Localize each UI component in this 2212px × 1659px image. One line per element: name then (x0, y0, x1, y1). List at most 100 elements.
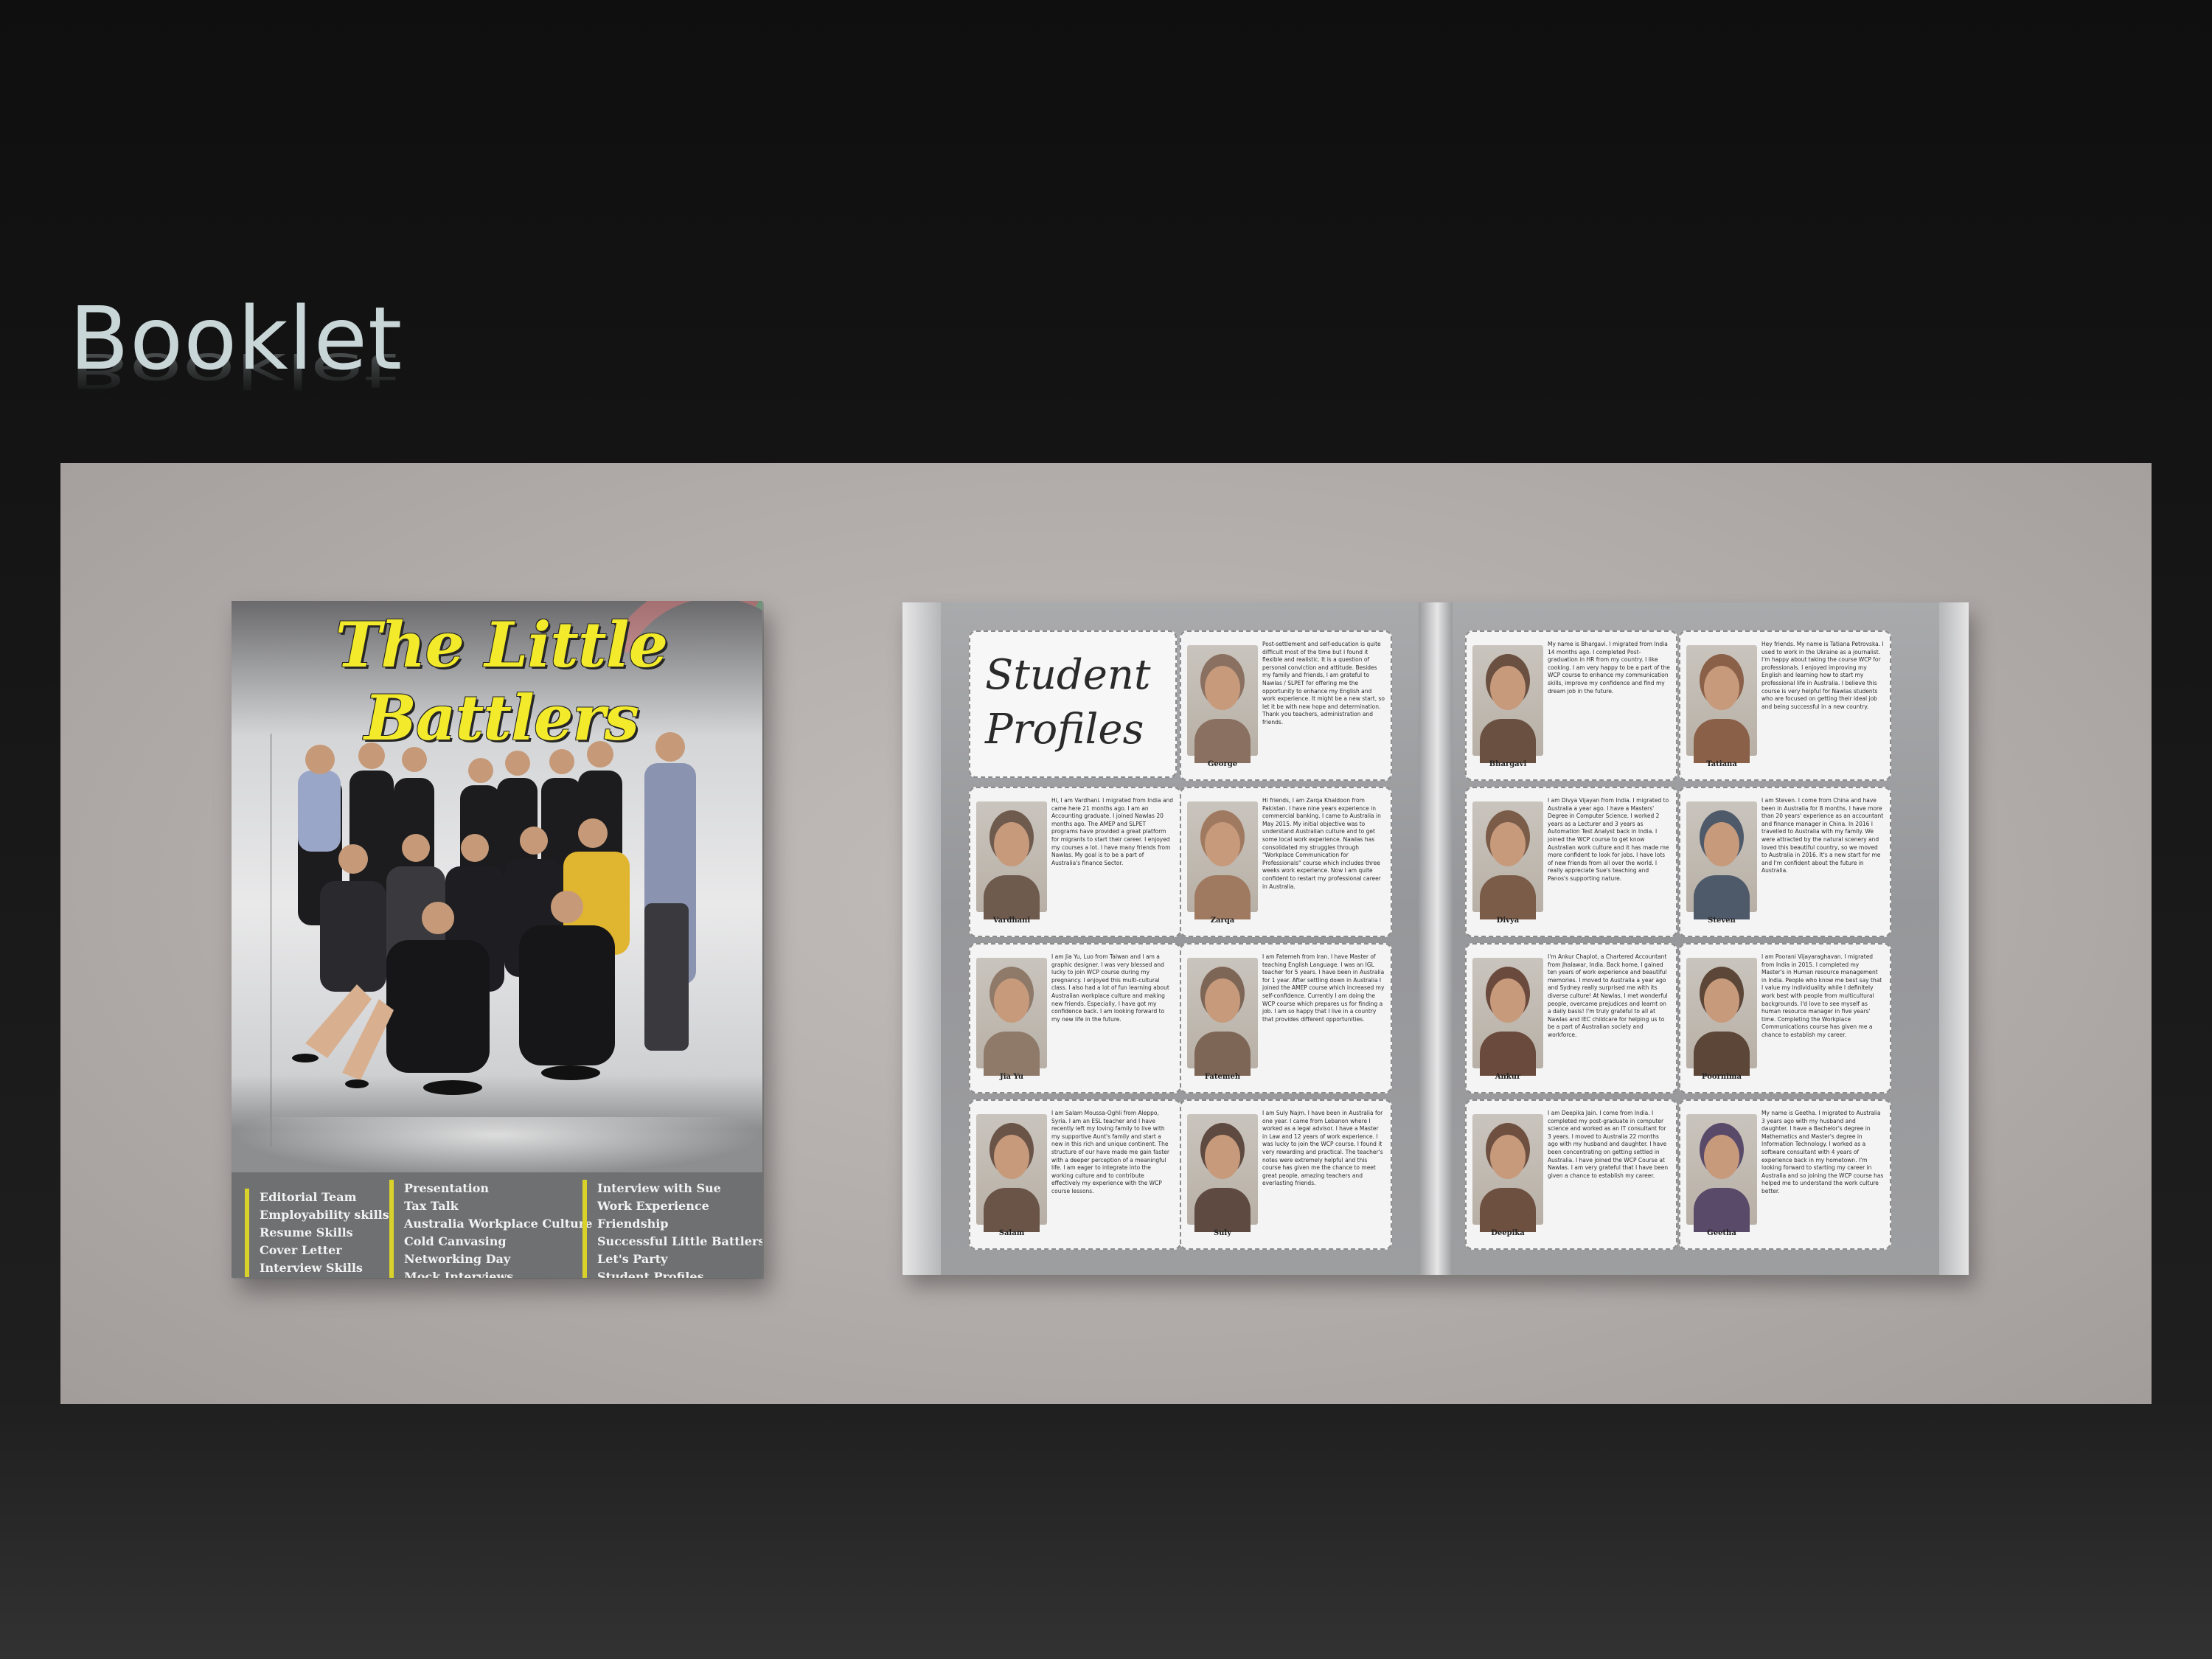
profile-text: I am Suly Najm. I have been in Australia… (1262, 1110, 1383, 1187)
spread-gutter (1419, 602, 1453, 1275)
profile-photo (1187, 801, 1258, 919)
contents-item: Australia Workplace Culture (404, 1217, 593, 1231)
contents-item: Cover Letter (260, 1243, 342, 1257)
face-graphic (1490, 1135, 1526, 1179)
shoulders-graphic (1194, 1188, 1251, 1232)
student-profiles-heading-card: Student Profiles (969, 630, 1177, 778)
profile-name: Fatemeh (1204, 1073, 1241, 1081)
shoulders-graphic (1694, 719, 1750, 763)
profile-name: Zarqa (1210, 917, 1235, 925)
profile-name: Suly (1213, 1229, 1232, 1237)
contents-item: Cold Canvasing (404, 1234, 507, 1248)
shoulders-graphic (1694, 875, 1750, 919)
shoulders-graphic (1194, 875, 1251, 919)
face-graphic (1205, 822, 1240, 866)
profile-name: Steven (1708, 917, 1736, 925)
profile-card: Zarqa Hi friends, I am Zarqa Khaldoon fro… (1180, 787, 1392, 937)
profile-photo (1472, 645, 1543, 763)
profile-photo (1472, 958, 1543, 1076)
contents-item: Interview with Sue (597, 1181, 721, 1195)
profile-text: I am Jia Yu, Luo from Taiwan and I am a … (1051, 953, 1169, 1023)
profile-name: Deepika (1491, 1229, 1525, 1237)
profile-text: My name is Geetha. I migrated to Austral… (1761, 1110, 1884, 1194)
profile-photo (1686, 645, 1757, 763)
profile-text: Post-settlement and self-education is qu… (1262, 641, 1385, 726)
face-graphic (994, 978, 1029, 1023)
face-graphic (1205, 978, 1240, 1023)
profile-card: Divya I am Divya Vijayan from India. I mi… (1465, 787, 1677, 937)
contents-item: Resume Skills (260, 1225, 353, 1239)
profile-photo (1686, 1114, 1757, 1232)
contents-item: Interview Skills (260, 1261, 363, 1275)
contents-item: Work Experience (597, 1199, 709, 1213)
profile-card: George Post-settlement and self-education… (1180, 630, 1392, 781)
face-graphic (1490, 666, 1526, 710)
page-edge (1939, 602, 1969, 1275)
profile-card: Salam I am Salam Moussa-Oghli from Aleppo… (969, 1099, 1181, 1250)
face-graphic (1704, 666, 1739, 710)
profile-name: Geetha (1707, 1229, 1736, 1237)
profile-card: Steven I am Steven. I come from China and… (1679, 787, 1891, 937)
face-graphic (1704, 978, 1739, 1023)
shoulders-graphic (1194, 719, 1251, 763)
face-graphic (1704, 1135, 1739, 1179)
profile-photo (976, 1114, 1047, 1232)
profile-card: Tatiana Hey friends. My name is Tatiana P… (1679, 630, 1891, 781)
contents-item: Successful Little Battlers (597, 1234, 762, 1248)
contents-column-3: Interview with Sue Work Experience Frien… (582, 1180, 762, 1278)
cover-fold (270, 734, 272, 1147)
slide-title-reflection: Booklet (69, 342, 398, 399)
profile-text: I am Steven. I come from China and have … (1761, 797, 1884, 874)
face-graphic (994, 822, 1029, 866)
profile-card: Geetha My name is Geetha. I migrated to A… (1679, 1099, 1891, 1250)
profile-text: Hi friends, I am Zarqa Khaldoon from Pak… (1262, 797, 1381, 890)
profile-name: Ankur (1495, 1073, 1521, 1081)
shoulders-graphic (1694, 1188, 1750, 1232)
profile-photo (976, 958, 1047, 1076)
shoulders-graphic (1194, 1032, 1251, 1076)
heading-line: Student (985, 651, 1151, 699)
profile-text: Hey friends. My name is Tatiana Petrovsk… (1761, 641, 1884, 710)
shoulders-graphic (1480, 1188, 1536, 1232)
profile-text: I am Divya Vijayan from India. I migrate… (1548, 797, 1669, 882)
contents-item: Let's Party (597, 1252, 668, 1266)
contents-item: Employability skills (260, 1208, 389, 1222)
student-profiles-heading: Student Profiles (985, 648, 1169, 757)
profile-card: Bhargavi My name is Bhargavi. I migrated … (1465, 630, 1677, 781)
profile-name: Salam (998, 1229, 1025, 1237)
face-graphic (1205, 666, 1240, 710)
contents-item: Friendship (597, 1217, 669, 1231)
profile-photo (1686, 958, 1757, 1076)
shoulders-graphic (984, 1032, 1040, 1076)
profile-name: Tatiana (1706, 760, 1737, 768)
face-graphic (1704, 822, 1739, 866)
shoulders-graphic (984, 1188, 1040, 1232)
contents-item: Editorial Team (260, 1190, 357, 1204)
right-page: Bhargavi My name is Bhargavi. I migrated … (1436, 602, 1969, 1275)
booklet-spread: Student Profiles George Post-settlement an… (902, 602, 1969, 1275)
profile-text: Hi, I am Vardhani. I migrated from India… (1051, 797, 1174, 866)
shoulders-graphic (984, 875, 1040, 919)
profile-photo (976, 801, 1047, 919)
profile-text: I am Salam Moussa-Oghli from Aleppo, Syr… (1051, 1110, 1169, 1194)
booklet-mockup-stage: The Little Battlers Editorial Team Emplo… (60, 463, 2152, 1404)
profile-name: Vardhani (992, 917, 1031, 925)
shoulders-graphic (1480, 875, 1536, 919)
face-graphic (1490, 822, 1526, 866)
group-photo (292, 732, 696, 1095)
heading-line: Profiles (985, 706, 1144, 754)
profile-card: Jia Yu I am Jia Yu, Luo from Taiwan and I… (969, 943, 1181, 1093)
shoulders-graphic (1694, 1032, 1750, 1076)
profile-card: Deepika I am Deepika Jain. I come from In… (1465, 1099, 1677, 1250)
profile-card: Suly I am Suly Najm. I have been in Austr… (1180, 1099, 1392, 1250)
profile-photo (1187, 1114, 1258, 1232)
profile-card: Ankur I'm Ankur Chaplot, a Chartered Acco… (1465, 943, 1677, 1093)
profile-photo (1187, 958, 1258, 1076)
profile-text: I am Poorani Vijayaraghavan. I migrated … (1761, 953, 1882, 1038)
page-edge (902, 602, 941, 1275)
booklet-cover: The Little Battlers Editorial Team Emplo… (232, 601, 762, 1278)
profile-text: My name is Bhargavi. I migrated from Ind… (1548, 641, 1670, 695)
contents-item: Student Profiles (597, 1270, 704, 1278)
cover-contents: Editorial Team Employability skills Resu… (232, 1172, 762, 1278)
profile-text: I'm Ankur Chaplot, a Chartered Accountan… (1548, 953, 1668, 1038)
